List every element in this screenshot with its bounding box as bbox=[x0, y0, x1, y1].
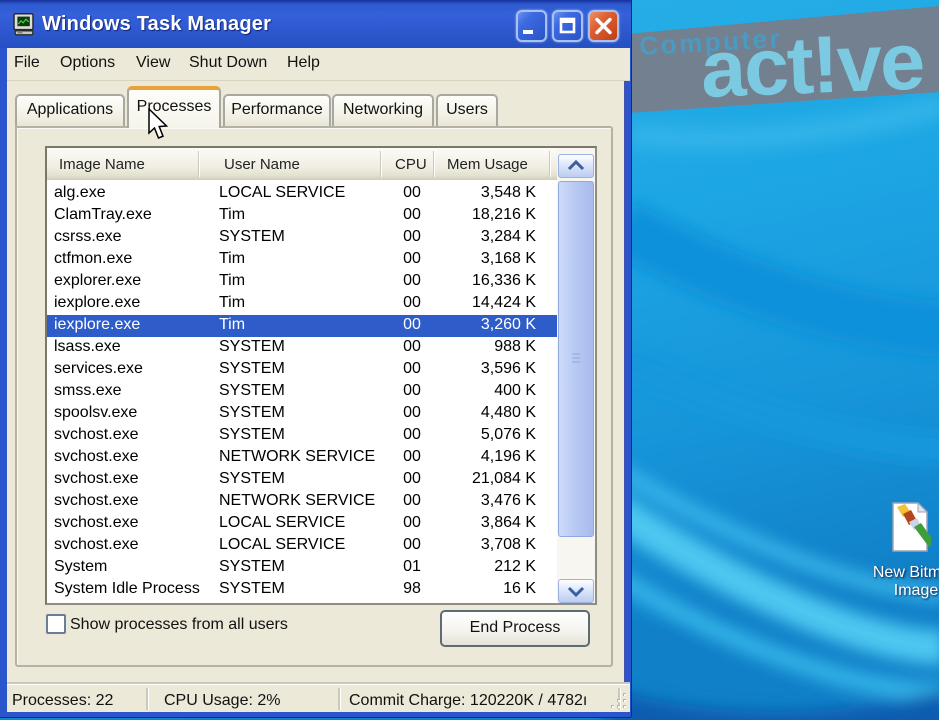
svg-text:act!ve: act!ve bbox=[699, 17, 924, 115]
